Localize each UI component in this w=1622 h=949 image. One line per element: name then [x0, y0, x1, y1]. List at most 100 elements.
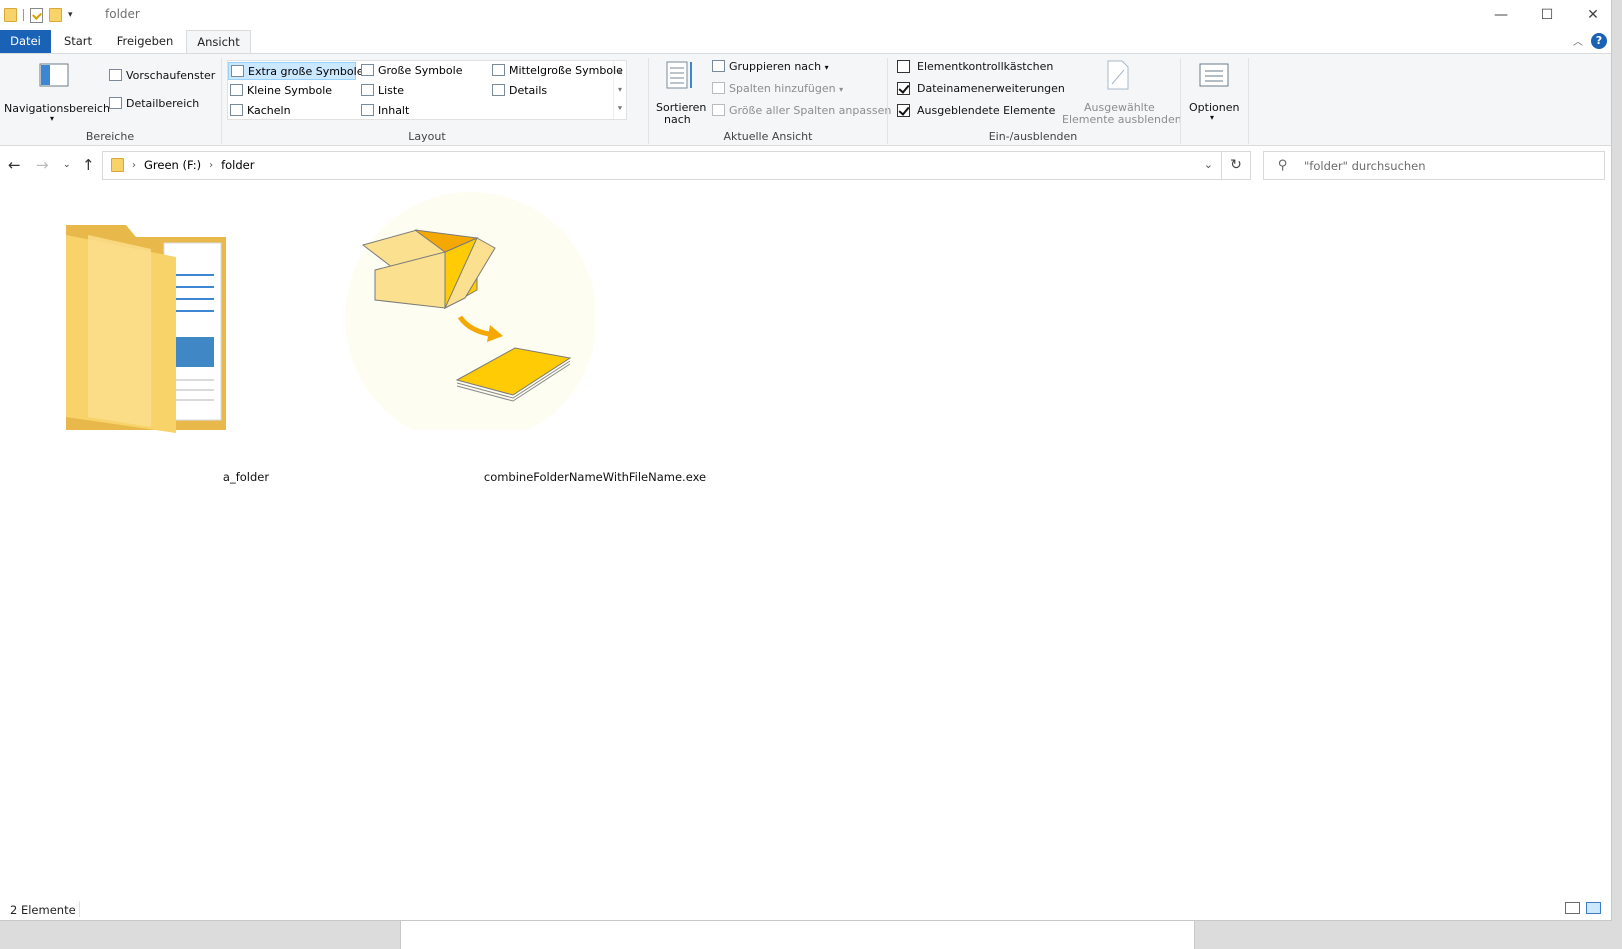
fit-columns-icon	[712, 104, 725, 116]
nav-pane-button[interactable]: Navigationsbereich ▾	[4, 60, 110, 123]
preview-pane-button[interactable]: Vorschaufenster	[109, 69, 215, 82]
quick-access-toolbar: ▾	[4, 5, 73, 25]
background-window	[400, 921, 1195, 949]
layout-details[interactable]: Details	[490, 82, 547, 100]
recent-locations-chevron-icon[interactable]: ⌄	[63, 160, 71, 170]
address-bar[interactable]: › Green (F:) › folder ⌄	[102, 151, 1222, 180]
item-checkboxes-checkbox[interactable]	[897, 60, 910, 73]
details-icon	[492, 84, 505, 96]
layout-item-label: Kleine Symbole	[247, 84, 333, 97]
breadcrumb-folder[interactable]: folder	[221, 158, 254, 172]
help-icon[interactable]: ?	[1591, 33, 1607, 49]
hidden-items-toggle[interactable]: Ausgeblendete Elemente	[897, 104, 1055, 117]
up-arrow-icon[interactable]: ↑	[82, 156, 95, 174]
ribbon-tabs: Datei Start Freigeben Ansicht ︿ ?	[0, 30, 1611, 54]
refresh-icon[interactable]: ↻	[1222, 151, 1251, 180]
details-view-icon[interactable]	[1565, 902, 1580, 914]
file-extensions-toggle[interactable]: Dateinamenerweiterungen	[897, 82, 1065, 95]
search-placeholder: "folder" durchsuchen	[1304, 159, 1426, 173]
layout-item-label: Kacheln	[247, 104, 291, 117]
search-box[interactable]: ⚲ "folder" durchsuchen	[1263, 151, 1605, 180]
item-checkboxes-toggle[interactable]: Elementkontrollkästchen	[897, 60, 1053, 73]
details-pane-button[interactable]: Detailbereich	[109, 97, 199, 110]
tiles-icon	[230, 104, 243, 116]
new-folder-icon[interactable]	[49, 8, 62, 22]
item-name: a_folder	[222, 470, 270, 484]
status-divider	[79, 901, 80, 917]
customize-toolbar-chevron-icon[interactable]: ▾	[68, 10, 73, 20]
sort-label-2: nach	[664, 113, 691, 126]
chevron-right-icon[interactable]: ›	[132, 160, 136, 171]
back-arrow-icon[interactable]: ←	[8, 156, 21, 174]
layout-large-icons[interactable]: Große Symbole	[359, 62, 462, 80]
group-by-button[interactable]: Gruppieren nach ▾	[712, 60, 829, 73]
tab-start[interactable]: Start	[56, 30, 100, 54]
breadcrumb: › Green (F:) › folder	[111, 158, 254, 172]
group-divider	[1180, 58, 1181, 144]
navigation-row: ← → ⌄ ↑ › Green (F:) › folder ⌄ ↻ ⚲ "fol…	[0, 148, 1611, 183]
options-button[interactable]: Optionen ▾	[1184, 60, 1244, 122]
preview-pane-label: Vorschaufenster	[126, 69, 216, 82]
list-item-folder[interactable]: a_folder	[46, 205, 269, 495]
address-history-chevron-icon[interactable]: ⌄	[1204, 158, 1213, 171]
ribbon: Navigationsbereich ▾ Vorschaufenster Det…	[0, 53, 1611, 146]
layout-list[interactable]: Liste	[359, 82, 404, 100]
forward-arrow-icon[interactable]: →	[36, 156, 49, 174]
group-label-bereiche: Bereiche	[85, 130, 135, 143]
hidden-items-checkbox[interactable]	[897, 104, 910, 117]
tab-freigeben[interactable]: Freigeben	[110, 30, 180, 54]
vertical-scrollbar[interactable]	[1601, 185, 1611, 895]
layout-item-label: Inhalt	[378, 104, 410, 117]
layout-item-label: Liste	[378, 84, 404, 97]
package-icon	[345, 192, 595, 430]
group-label-show-hide: Ein-/ausblenden	[988, 130, 1078, 143]
properties-icon[interactable]	[30, 7, 43, 23]
group-label-current-view: Aktuelle Ansicht	[723, 130, 813, 143]
group-divider	[648, 58, 649, 144]
layout-medium-icons[interactable]: Mittelgroße Symbole	[490, 62, 623, 80]
add-columns-button[interactable]: Spalten hinzufügen ▾	[712, 82, 843, 95]
file-extensions-checkbox[interactable]	[897, 82, 910, 95]
details-pane-icon	[109, 97, 122, 109]
collapse-ribbon-icon[interactable]: ︿	[1573, 33, 1583, 48]
item-checkboxes-label: Elementkontrollkästchen	[917, 60, 1054, 73]
layout-extra-large-icons[interactable]: Extra große Symbole	[228, 62, 363, 80]
hide-selected-button[interactable]: Ausgewählte Elemente ausblenden	[1058, 60, 1182, 126]
extra-large-icons-icon	[231, 65, 244, 77]
minimize-button[interactable]: —	[1478, 0, 1524, 29]
tab-datei[interactable]: Datei	[0, 30, 51, 54]
fit-columns-button[interactable]: Größe aller Spalten anpassen	[712, 104, 891, 117]
options-label: Optionen	[1189, 101, 1240, 114]
content-icon	[361, 104, 374, 116]
breadcrumb-drive[interactable]: Green (F:)	[144, 158, 201, 172]
group-label-layout: Layout	[408, 130, 446, 143]
list-item-exe[interactable]: combineFolderNameWithFileName.exe	[345, 192, 706, 495]
layout-gallery: Extra große Symbole Große Symbole Mittel…	[227, 60, 627, 120]
item-count: 2 Elemente	[10, 903, 76, 917]
group-by-label: Gruppieren nach	[729, 60, 822, 73]
chevron-down-icon: ▾	[839, 85, 844, 94]
layout-content[interactable]: Inhalt	[359, 102, 409, 120]
tab-ansicht[interactable]: Ansicht	[186, 30, 251, 54]
fit-columns-label: Größe aller Spalten anpassen	[729, 104, 892, 117]
status-bar: 2 Elemente	[0, 897, 1611, 921]
layout-tiles[interactable]: Kacheln	[228, 102, 291, 120]
chevron-right-icon[interactable]: ›	[209, 160, 213, 171]
chevron-down-icon: ▾	[50, 114, 55, 123]
gallery-scroll[interactable]: ▴ ▾ ⯆	[613, 61, 626, 119]
folder-icon	[66, 225, 226, 433]
title-bar: ▾ folder — ☐ ✕	[0, 0, 1611, 29]
close-button[interactable]: ✕	[1570, 0, 1616, 29]
maximize-button[interactable]: ☐	[1524, 0, 1570, 29]
add-columns-label: Spalten hinzufügen	[729, 82, 836, 95]
navigation-pane-icon	[39, 63, 69, 87]
search-icon: ⚲	[1278, 158, 1288, 173]
preview-pane-icon	[109, 69, 122, 81]
small-icons-icon	[230, 84, 243, 96]
sort-by-button[interactable]: Sortieren nach	[654, 60, 706, 126]
item-name: combineFolderNameWithFileName.exe	[483, 470, 707, 484]
explorer-window: ▾ folder — ☐ ✕ Datei Start Freigeben Ans…	[0, 0, 1612, 921]
group-divider	[1248, 58, 1249, 144]
large-icons-view-icon[interactable]	[1586, 902, 1601, 914]
layout-small-icons[interactable]: Kleine Symbole	[228, 82, 332, 100]
